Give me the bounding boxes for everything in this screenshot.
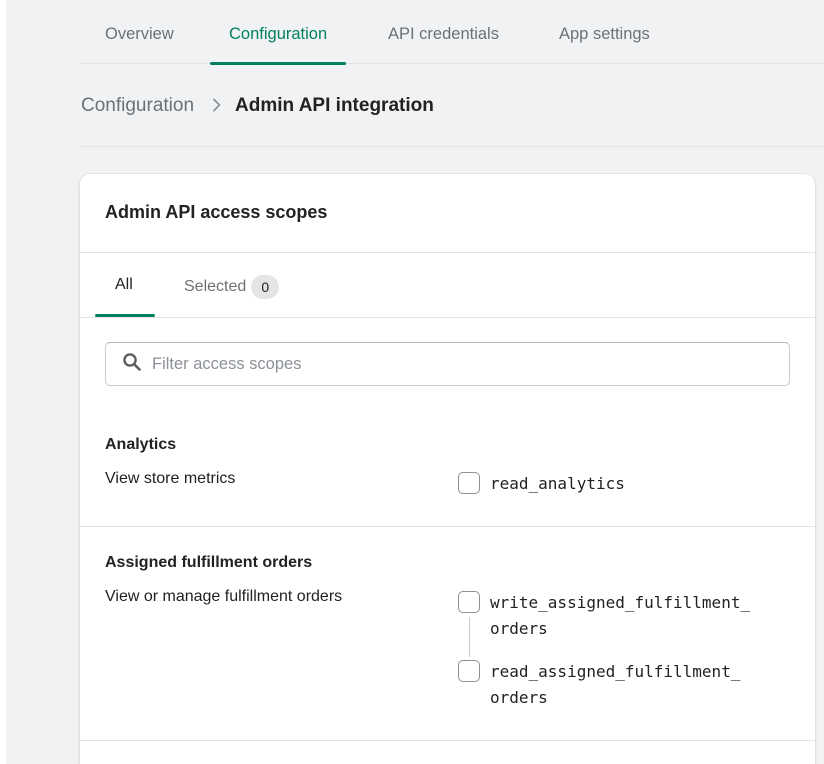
breadcrumb-configuration-link[interactable]: Configuration [81,95,194,117]
access-scopes-card: Admin API access scopes All Selected 0 A… [80,174,815,764]
section-divider [80,526,815,527]
section-title-assigned-fulfillment: Assigned fulfillment orders [105,554,313,571]
section-divider [80,740,815,741]
search-icon [122,352,152,377]
scope-read-assigned-fulfillment-orders[interactable]: read_assigned_fulfillment_ orders [458,659,740,711]
breadcrumb: Configuration Admin API integration [81,92,434,120]
tab-api-credentials[interactable]: API credentials [388,6,499,64]
section-desc-assigned-fulfillment: View or manage fulfillment orders [105,588,343,605]
tab-overview[interactable]: Overview [105,6,174,64]
chevron-right-icon [212,96,222,117]
tab-selected-scopes[interactable]: Selected 0 [184,275,280,299]
write-assigned-fulfillment-checkbox[interactable] [458,591,480,613]
card-divider [80,252,815,253]
scope-label: write_assigned_fulfillment_ orders [490,593,751,638]
scope-write-assigned-fulfillment-orders[interactable]: write_assigned_fulfillment_ orders [458,590,750,642]
filter-search-field[interactable] [105,342,790,386]
top-tabs: Overview Configuration API credentials A… [80,6,824,65]
window-edge [0,0,6,764]
section-desc-analytics: View store metrics [105,470,236,487]
read-assigned-fulfillment-checkbox[interactable] [458,660,480,682]
tab-all-label: All [115,276,133,293]
tab-app-settings[interactable]: App settings [559,6,650,64]
card-title: Admin API access scopes [105,202,328,222]
tabs-divider [80,317,815,318]
page-title: Admin API integration [235,95,434,116]
scope-label: read_assigned_fulfillment_ orders [490,662,741,707]
scope-connector-line [469,617,470,657]
section-title-analytics: Analytics [105,436,177,453]
tab-selected-label: Selected [184,278,247,295]
tab-all-scopes[interactable]: All [115,276,133,294]
tab-configuration[interactable]: Configuration [209,6,347,65]
header-divider [80,146,824,147]
read-analytics-checkbox[interactable] [458,472,480,494]
scope-read-analytics[interactable]: read_analytics [458,471,625,497]
scope-label: read_analytics [490,474,625,493]
selected-count-badge: 0 [251,275,280,299]
filter-access-scopes-input[interactable] [152,354,772,374]
